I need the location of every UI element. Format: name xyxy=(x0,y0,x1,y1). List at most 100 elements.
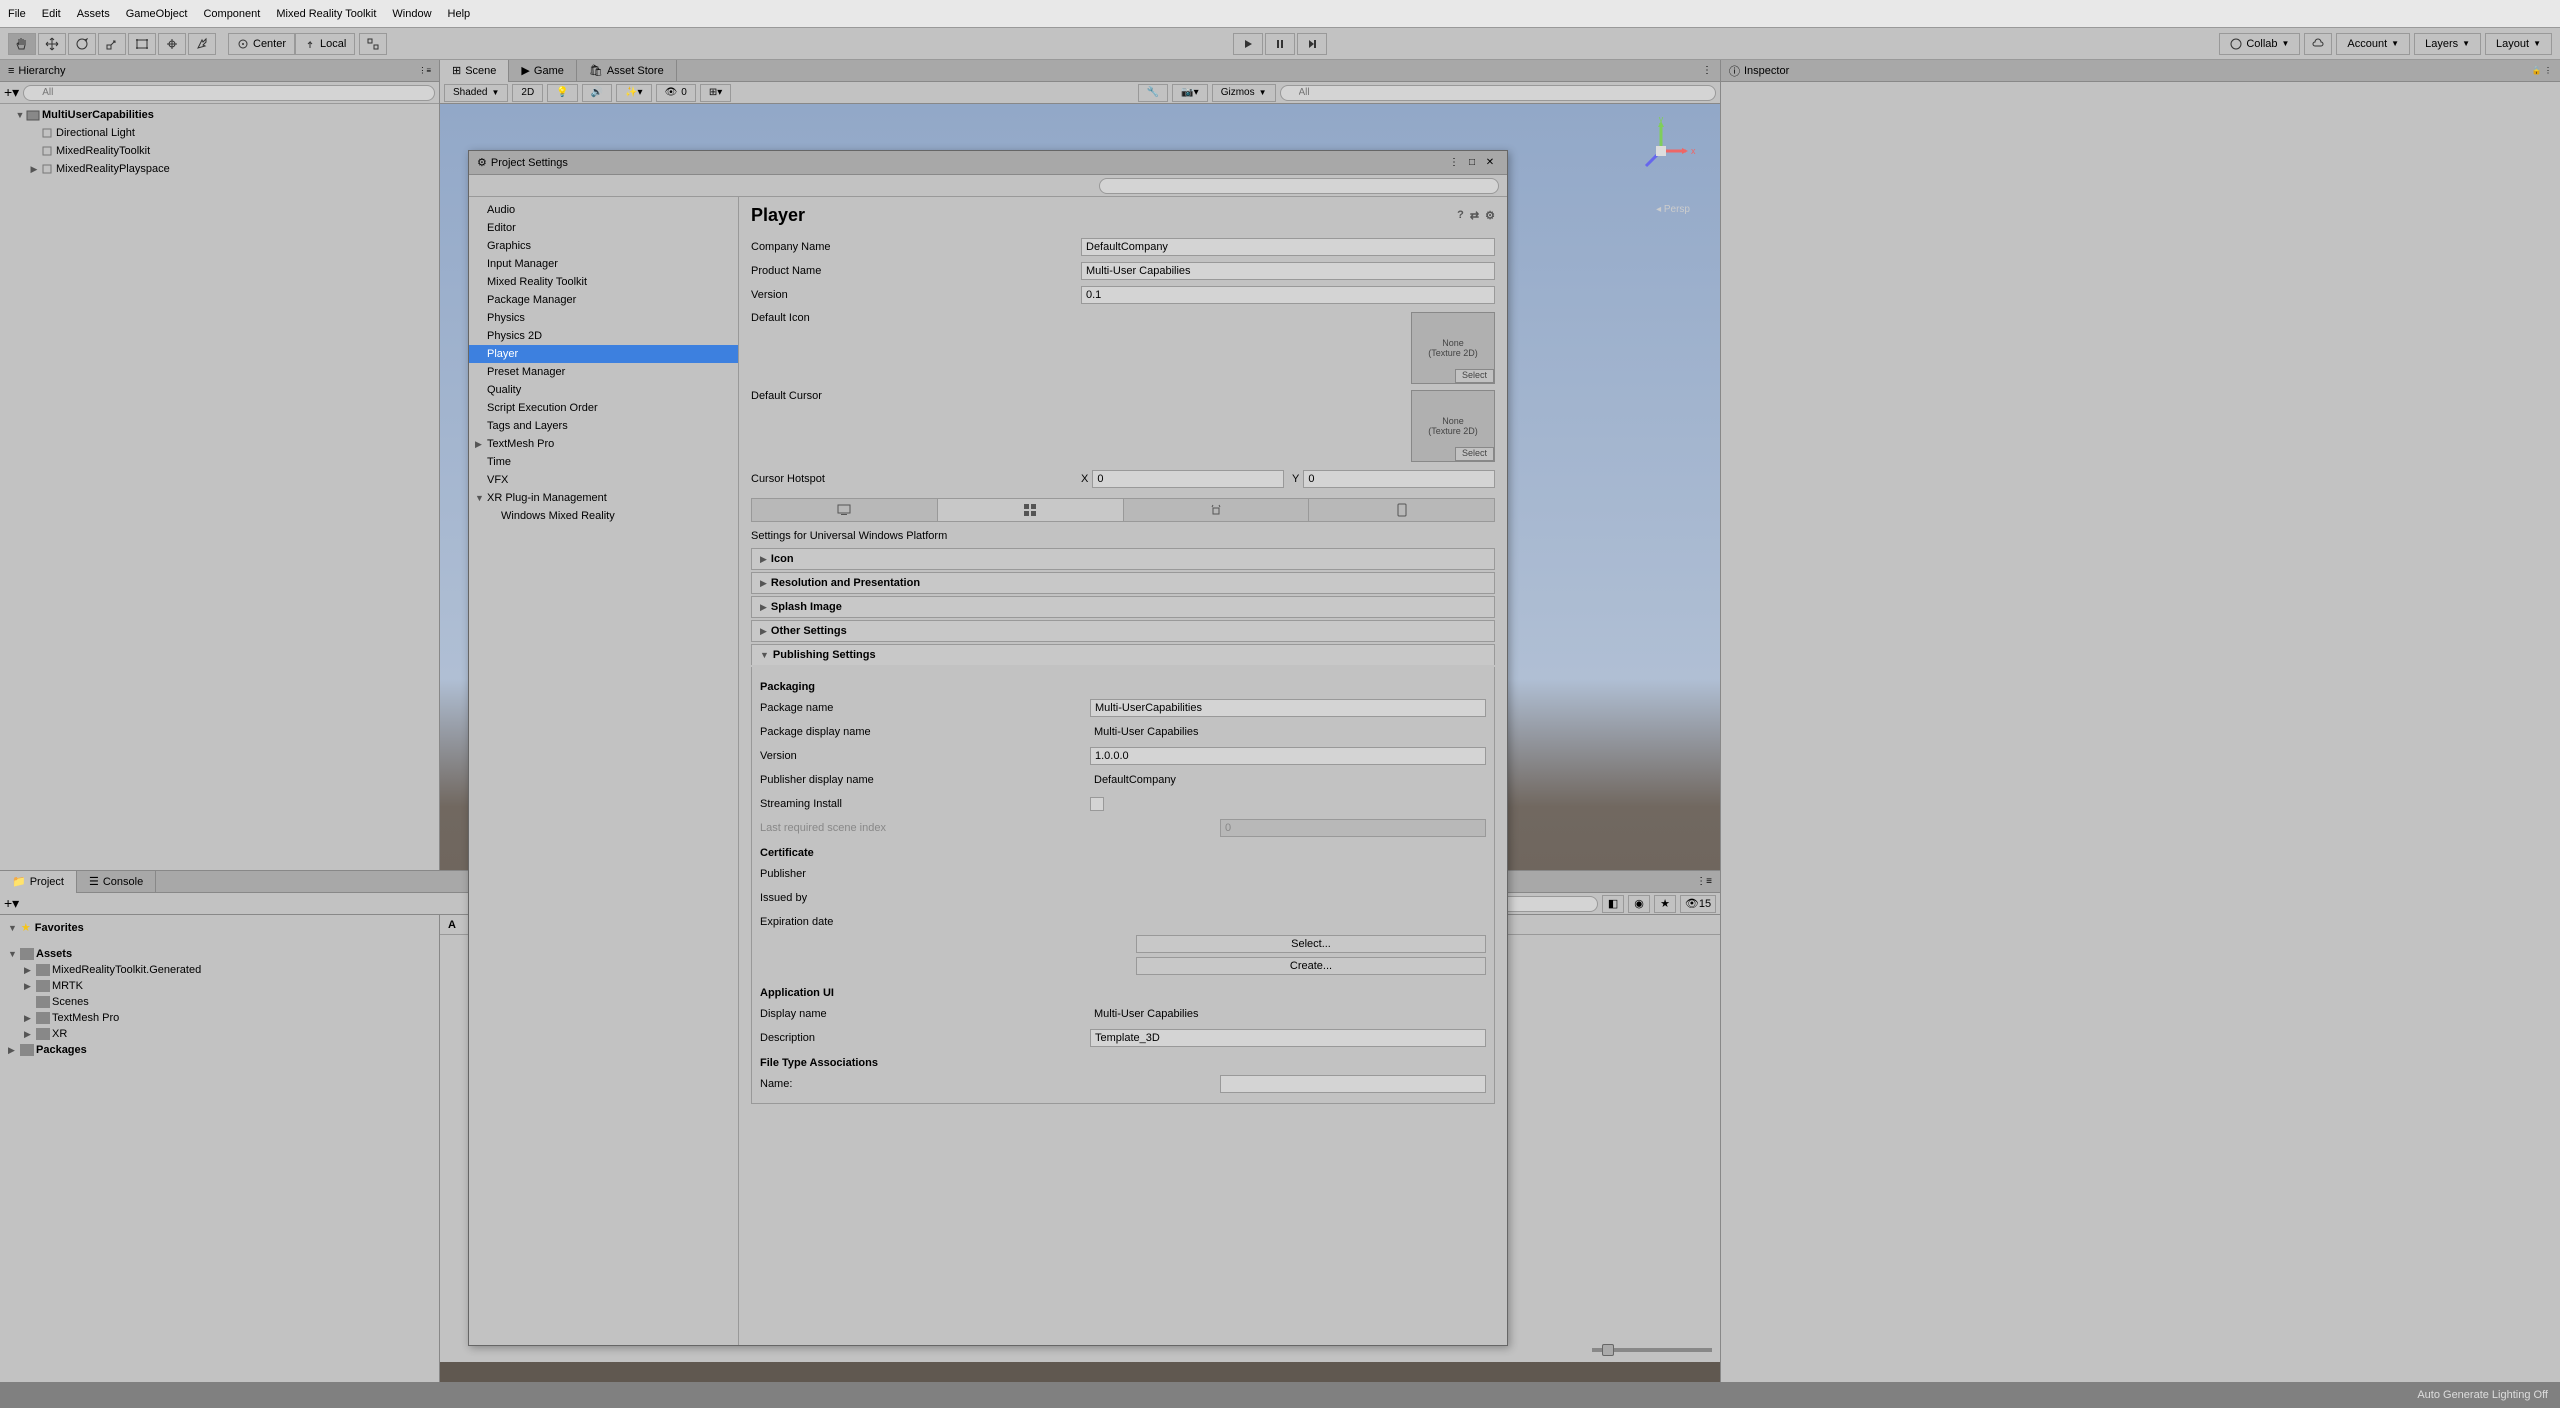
gizmos-dropdown[interactable]: Gizmos▼ xyxy=(1212,84,1276,102)
cursor-select-btn[interactable]: Select xyxy=(1455,447,1494,461)
project-filter-2[interactable]: ◉ xyxy=(1628,895,1650,913)
rotate-tool[interactable] xyxy=(68,33,96,55)
hierarchy-item-light[interactable]: Directional Light xyxy=(0,124,439,142)
default-cursor-slot[interactable]: None (Texture 2D) Select xyxy=(1411,390,1495,462)
cursor-y-input[interactable] xyxy=(1303,470,1495,488)
company-input[interactable] xyxy=(1081,238,1495,256)
settings-maximize[interactable]: □ xyxy=(1463,155,1481,171)
cat-xr-wmr[interactable]: Windows Mixed Reality xyxy=(469,507,738,525)
project-filter-3[interactable]: ★ xyxy=(1654,895,1676,913)
play-button[interactable] xyxy=(1233,33,1263,55)
preset-icon[interactable]: ⇄ xyxy=(1470,209,1479,222)
step-button[interactable] xyxy=(1297,33,1327,55)
account-dropdown[interactable]: Account▼ xyxy=(2336,33,2410,55)
orientation-gizmo[interactable]: y x xyxy=(1626,116,1696,186)
tab-asset-store[interactable]: 🛍Asset Store xyxy=(577,60,677,82)
menu-window[interactable]: Window xyxy=(392,8,431,20)
appui-desc-input[interactable] xyxy=(1090,1029,1486,1047)
hidden-toggle[interactable]: 👁0 xyxy=(656,84,696,102)
foldout-resolution[interactable]: ▶Resolution and Presentation xyxy=(751,572,1495,594)
pkg-name-input[interactable] xyxy=(1090,699,1486,717)
lighting-toggle[interactable]: 💡 xyxy=(547,84,577,102)
cat-input[interactable]: Input Manager xyxy=(469,255,738,273)
inspector-tab[interactable]: ⓘ Inspector 🔒 ⋮ xyxy=(1721,60,2560,82)
cert-select-btn[interactable]: Select... xyxy=(1136,935,1486,953)
cat-mrtk[interactable]: Mixed Reality Toolkit xyxy=(469,273,738,291)
tab-menu-icon[interactable]: ⋮ xyxy=(1694,65,1720,76)
packages-folder[interactable]: ▶Packages xyxy=(0,1042,439,1058)
cat-package[interactable]: Package Manager xyxy=(469,291,738,309)
platform-standalone[interactable] xyxy=(752,499,938,521)
cat-graphics[interactable]: Graphics xyxy=(469,237,738,255)
cert-create-btn[interactable]: Create... xyxy=(1136,957,1486,975)
cat-tmp[interactable]: ▶TextMesh Pro xyxy=(469,435,738,453)
inspector-lock-icon[interactable]: 🔒 ⋮ xyxy=(2532,66,2552,75)
cat-quality[interactable]: Quality xyxy=(469,381,738,399)
scene-search[interactable] xyxy=(1280,85,1716,101)
project-hidden[interactable]: 👁15 xyxy=(1680,895,1716,913)
favorites-header[interactable]: ▼★Favorites xyxy=(0,919,439,936)
cat-vfx[interactable]: VFX xyxy=(469,471,738,489)
help-icon[interactable]: ? xyxy=(1457,209,1464,222)
create-dropdown-project[interactable]: +▾ xyxy=(4,895,19,912)
audio-toggle[interactable]: 🔊 xyxy=(582,84,612,102)
fileassoc-name-input[interactable] xyxy=(1220,1075,1486,1093)
folder-tmp[interactable]: ▶TextMesh Pro xyxy=(0,1010,439,1026)
scene-root[interactable]: ▼ MultiUserCapabilities xyxy=(0,106,439,124)
product-input[interactable] xyxy=(1081,262,1495,280)
rect-tool[interactable] xyxy=(128,33,156,55)
folder-xr[interactable]: ▶XR xyxy=(0,1026,439,1042)
tab-scene[interactable]: ⊞Scene xyxy=(440,60,509,82)
pause-button[interactable] xyxy=(1265,33,1295,55)
settings-search-input[interactable] xyxy=(1099,178,1499,194)
bottom-menu-icon[interactable]: ⋮≡ xyxy=(1688,876,1720,887)
pivot-local[interactable]: Local xyxy=(295,33,355,55)
platform-ios[interactable] xyxy=(1309,499,1494,521)
icon-select-btn[interactable]: Select xyxy=(1455,369,1494,383)
cat-script-order[interactable]: Script Execution Order xyxy=(469,399,738,417)
settings-close[interactable]: ✕ xyxy=(1481,155,1499,171)
cat-player[interactable]: Player xyxy=(469,345,738,363)
cursor-x-input[interactable] xyxy=(1092,470,1284,488)
cloud-button[interactable] xyxy=(2304,33,2332,55)
hand-tool[interactable] xyxy=(8,33,36,55)
menu-edit[interactable]: Edit xyxy=(42,8,61,20)
menu-mrtk[interactable]: Mixed Reality Toolkit xyxy=(276,8,376,20)
version-input[interactable] xyxy=(1081,286,1495,304)
platform-android[interactable] xyxy=(1124,499,1310,521)
tools-toggle[interactable]: 🔧 xyxy=(1138,84,1168,102)
thumbnail-slider[interactable] xyxy=(1592,1342,1712,1358)
shading-mode[interactable]: Shaded▼ xyxy=(444,84,508,102)
settings-titlebar[interactable]: ⚙Project Settings ⋮ □ ✕ xyxy=(469,151,1507,175)
cat-xr[interactable]: ▼XR Plug-in Management xyxy=(469,489,738,507)
menu-assets[interactable]: Assets xyxy=(77,8,110,20)
menu-help[interactable]: Help xyxy=(448,8,471,20)
scale-tool[interactable] xyxy=(98,33,126,55)
hierarchy-tab[interactable]: ≡ Hierarchy ⋮≡ xyxy=(0,60,439,82)
lighting-status[interactable]: Auto Generate Lighting Off xyxy=(2417,1389,2548,1401)
settings-gear-icon[interactable]: ⚙ xyxy=(1485,209,1495,222)
menu-file[interactable]: File xyxy=(8,8,26,20)
cat-preset[interactable]: Preset Manager xyxy=(469,363,738,381)
foldout-other[interactable]: ▶Other Settings xyxy=(751,620,1495,642)
snap-toggle[interactable] xyxy=(359,33,387,55)
cat-physics2d[interactable]: Physics 2D xyxy=(469,327,738,345)
tab-game[interactable]: ▶Game xyxy=(509,60,576,82)
pivot-center[interactable]: Center xyxy=(228,33,295,55)
settings-menu-icon[interactable]: ⋮ xyxy=(1445,155,1463,171)
cat-time[interactable]: Time xyxy=(469,453,738,471)
menu-gameobject[interactable]: GameObject xyxy=(126,8,188,20)
project-filter-1[interactable]: ◧ xyxy=(1602,895,1624,913)
hierarchy-item-mrtk[interactable]: MixedRealityToolkit xyxy=(0,142,439,160)
pkg-version-input[interactable] xyxy=(1090,747,1486,765)
camera-toggle[interactable]: 📷▾ xyxy=(1172,84,1207,102)
default-icon-slot[interactable]: None (Texture 2D) Select xyxy=(1411,312,1495,384)
platform-uwp[interactable] xyxy=(938,499,1124,521)
cat-physics[interactable]: Physics xyxy=(469,309,738,327)
create-dropdown[interactable]: +▾ xyxy=(4,84,19,101)
menu-component[interactable]: Component xyxy=(203,8,260,20)
cat-audio[interactable]: Audio xyxy=(469,201,738,219)
folder-scenes[interactable]: Scenes xyxy=(0,994,439,1010)
grid-toggle[interactable]: ⊞▾ xyxy=(700,84,731,102)
streaming-checkbox[interactable] xyxy=(1090,797,1104,811)
